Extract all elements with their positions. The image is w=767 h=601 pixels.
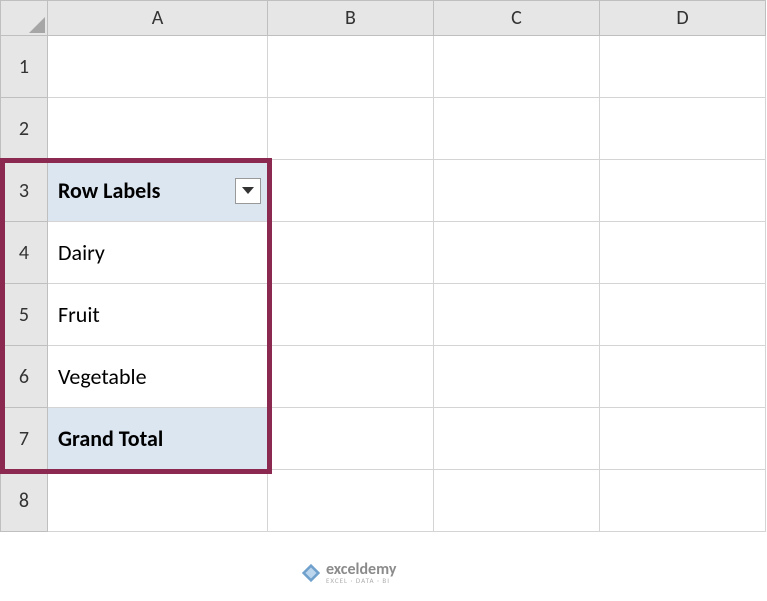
- cell-d3[interactable]: [600, 160, 766, 222]
- chevron-down-icon: [242, 187, 254, 194]
- column-header-d[interactable]: D: [600, 0, 766, 36]
- cell-a8[interactable]: [48, 470, 268, 532]
- pivot-header-text: Row Labels: [58, 177, 160, 204]
- pivot-filter-button[interactable]: [235, 178, 261, 204]
- cell-d1[interactable]: [600, 36, 766, 98]
- cell-d2[interactable]: [600, 98, 766, 160]
- cell-d5[interactable]: [600, 284, 766, 346]
- cell-b1[interactable]: [268, 36, 434, 98]
- row-header-8[interactable]: 8: [0, 470, 48, 532]
- cell-b2[interactable]: [268, 98, 434, 160]
- cell-c3[interactable]: [434, 160, 600, 222]
- cell-b8[interactable]: [268, 470, 434, 532]
- cell-c2[interactable]: [434, 98, 600, 160]
- pivot-grand-total[interactable]: Grand Total: [48, 408, 268, 470]
- cell-b7[interactable]: [268, 408, 434, 470]
- cell-d6[interactable]: [600, 346, 766, 408]
- cell-b5[interactable]: [268, 284, 434, 346]
- cell-c7[interactable]: [434, 408, 600, 470]
- cell-d4[interactable]: [600, 222, 766, 284]
- cell-b4[interactable]: [268, 222, 434, 284]
- select-all-corner[interactable]: [0, 0, 48, 36]
- cell-c1[interactable]: [434, 36, 600, 98]
- column-header-c[interactable]: C: [434, 0, 600, 36]
- column-header-b[interactable]: B: [268, 0, 434, 36]
- pivot-item-dairy[interactable]: Dairy: [48, 222, 268, 284]
- row-header-2[interactable]: 2: [0, 98, 48, 160]
- cell-c4[interactable]: [434, 222, 600, 284]
- pivot-row-labels-header[interactable]: Row Labels: [48, 160, 268, 222]
- cell-b6[interactable]: [268, 346, 434, 408]
- spreadsheet-grid: A B C D 1 2 3 Row Labels 4 Dairy 5 Fruit…: [0, 0, 767, 532]
- watermark-icon: [300, 562, 322, 584]
- cell-d8[interactable]: [600, 470, 766, 532]
- pivot-item-fruit[interactable]: Fruit: [48, 284, 268, 346]
- cell-a2[interactable]: [48, 98, 268, 160]
- cell-d7[interactable]: [600, 408, 766, 470]
- row-header-4[interactable]: 4: [0, 222, 48, 284]
- cell-c5[interactable]: [434, 284, 600, 346]
- watermark-brand: exceldemy EXCEL · DATA · BI: [326, 560, 396, 585]
- row-header-6[interactable]: 6: [0, 346, 48, 408]
- row-header-1[interactable]: 1: [0, 36, 48, 98]
- cell-a1[interactable]: [48, 36, 268, 98]
- cell-c6[interactable]: [434, 346, 600, 408]
- cell-c8[interactable]: [434, 470, 600, 532]
- watermark-tagline: EXCEL · DATA · BI: [326, 576, 396, 585]
- watermark: exceldemy EXCEL · DATA · BI: [300, 560, 396, 585]
- pivot-item-vegetable[interactable]: Vegetable: [48, 346, 268, 408]
- row-header-7[interactable]: 7: [0, 408, 48, 470]
- column-header-a[interactable]: A: [48, 0, 268, 36]
- row-header-3[interactable]: 3: [0, 160, 48, 222]
- cell-b3[interactable]: [268, 160, 434, 222]
- row-header-5[interactable]: 5: [0, 284, 48, 346]
